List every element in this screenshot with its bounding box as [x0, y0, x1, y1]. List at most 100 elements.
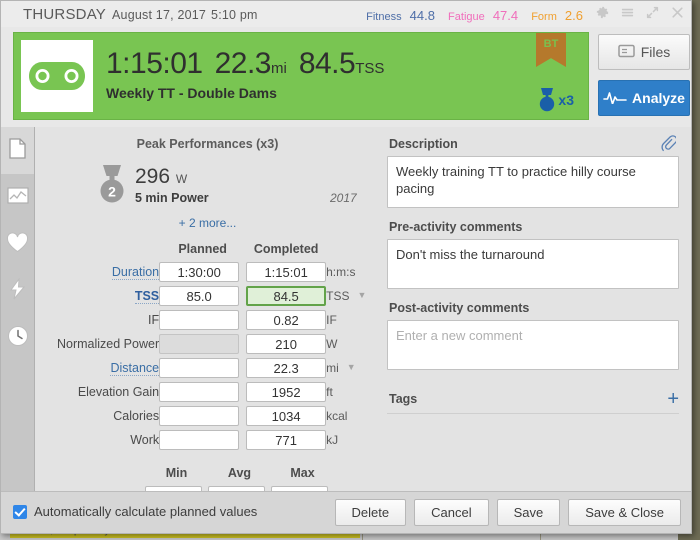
col-max: Max [290, 466, 315, 480]
completed-duration[interactable]: 1:15:01 [246, 262, 327, 282]
date-label: August 17, 2017 [112, 8, 207, 22]
completed-elevation-gain[interactable]: 1952 [246, 382, 327, 402]
minmax-table: Min Avg Max Heart Rate 81 155 184 bpm [57, 466, 357, 492]
minmax-table-header: Min Avg Max [57, 466, 357, 484]
planned-calories[interactable] [159, 406, 240, 426]
row-label-duration[interactable]: Duration [57, 260, 160, 284]
waveform-icon [603, 90, 627, 107]
completed-if[interactable]: 0.82 [246, 310, 327, 330]
metrics-table-header: Planned Completed [57, 242, 366, 260]
metric-form-value: 2.6 [564, 8, 583, 23]
banner-distance: 22.3 [214, 47, 272, 80]
cancel-button[interactable]: Cancel [414, 499, 489, 526]
sidebar-item-summary[interactable] [1, 127, 34, 174]
files-button[interactable]: Files [598, 34, 690, 70]
peak-label: 5 min Power [135, 191, 209, 205]
tags-label: Tags [389, 392, 418, 406]
close-icon[interactable] [670, 5, 685, 20]
pre-activity-input[interactable]: Don't miss the turnaround [387, 239, 679, 289]
sidebar-item-power[interactable] [1, 268, 34, 315]
table-row: Calories 1034 kcal [57, 404, 366, 428]
unit-duration: h:m:s [326, 265, 356, 279]
window-controls [595, 5, 685, 20]
description-input[interactable]: Weekly training TT to practice hilly cou… [387, 156, 679, 208]
completed-normalized-power[interactable]: 210 [246, 334, 327, 354]
planned-duration[interactable]: 1:30:00 [159, 262, 240, 282]
checkbox-checked-icon [13, 504, 27, 519]
save-and-close-button[interactable]: Save & Close [568, 499, 681, 526]
sidebar-item-chart[interactable] [1, 174, 34, 221]
save-button[interactable]: Save [496, 499, 561, 526]
row-label-if: IF [148, 313, 160, 327]
footer-buttons: Delete Cancel Save Save & Close [334, 499, 681, 526]
table-row: Work 771 kJ [57, 428, 366, 452]
unit-tss: TSS ▼ [326, 289, 367, 303]
completed-tss[interactable]: 84.5 [246, 286, 327, 306]
banner-tss: 84.5 [298, 47, 356, 80]
unit-if: IF [326, 313, 337, 327]
bt-ribbon-label: BT [543, 38, 559, 50]
bolt-icon [9, 277, 26, 305]
planned-elevation-gain[interactable] [159, 382, 240, 402]
banner-duration: 1:15:01 [106, 47, 203, 80]
pre-activity-section: Pre-activity comments Don't miss the tur… [387, 220, 679, 289]
notes-column: Description Weekly training TT to practi… [387, 127, 679, 492]
add-tag-button[interactable]: + [667, 389, 679, 409]
planned-distance[interactable] [159, 358, 240, 378]
post-activity-input[interactable]: Enter a new comment [387, 320, 679, 370]
table-row: Elevation Gain 1952 ft [57, 380, 366, 404]
bt-ribbon-icon: BT [536, 33, 566, 67]
table-row: IF 0.82 IF [57, 308, 366, 332]
analyze-button[interactable]: Analyze [598, 80, 690, 116]
medal-badge: x3 [537, 87, 574, 113]
peak-year: 2017 [330, 191, 357, 205]
planned-tss[interactable]: 85.0 [159, 286, 240, 306]
row-label-elevation-gain: Elevation Gain [77, 385, 160, 399]
completed-calories[interactable]: 1034 [246, 406, 327, 426]
sidebar-item-time[interactable] [1, 315, 34, 362]
banner-values: 1:15:01 22.3mi 84.5TSS [106, 47, 384, 81]
paperclip-icon[interactable] [661, 134, 678, 157]
unit-elevation-gain: ft [326, 385, 333, 399]
planned-work[interactable] [159, 430, 240, 450]
chevron-down-icon[interactable]: ▼ [357, 290, 366, 300]
metrics-table: Planned Completed Duration 1:30:00 1:15:… [57, 242, 366, 452]
metric-fatigue-label: Fatigue [448, 11, 485, 23]
metrics-column: Peak Performances (x3) 2 296 W 5 min Pow… [35, 127, 380, 492]
sidebar-item-heartrate[interactable] [1, 221, 34, 268]
col-completed: Completed [253, 242, 319, 256]
activity-detail-dialog: THURSDAY August 17, 2017 5:10 pm Fitness 4… [0, 0, 692, 534]
metric-fitness-value: 44.8 [409, 8, 435, 23]
files-icon [617, 44, 635, 61]
tags-divider [387, 413, 679, 414]
unit-calories: kcal [326, 409, 348, 423]
dialog-date-heading: THURSDAY August 17, 2017 5:10 pm [23, 6, 258, 23]
row-label-tss[interactable]: TSS [57, 284, 160, 308]
unit-distance: mi ▼ [326, 361, 356, 375]
completed-work[interactable]: 771 [246, 430, 327, 450]
planned-if[interactable] [159, 310, 240, 330]
metric-form-label: Form [531, 11, 557, 23]
chevron-down-icon[interactable]: ▼ [347, 362, 356, 372]
col-planned: Planned [178, 242, 227, 256]
time-label: 5:10 pm [211, 8, 258, 22]
dialog-titlebar: THURSDAY August 17, 2017 5:10 pm Fitness 4… [1, 1, 691, 27]
metric-fatigue-value: 47.4 [492, 8, 519, 23]
pre-activity-label: Pre-activity comments [389, 220, 523, 234]
description-section: Description Weekly training TT to practi… [387, 134, 679, 208]
expand-icon[interactable] [645, 5, 660, 20]
menu-icon[interactable] [620, 5, 635, 20]
page-icon [9, 137, 26, 164]
delete-button[interactable]: Delete [334, 499, 407, 526]
col-min: Min [165, 466, 188, 480]
post-activity-label: Post-activity comments [389, 301, 530, 315]
gear-icon[interactable] [595, 5, 610, 20]
row-label-distance[interactable]: Distance [57, 356, 160, 380]
completed-distance[interactable]: 22.3 [246, 358, 327, 378]
post-activity-section: Post-activity comments Enter a new comme… [387, 301, 679, 370]
row-label-calories: Calories [113, 409, 160, 423]
peak-more-link[interactable]: + 2 more... [35, 216, 380, 230]
auto-calculate-checkbox[interactable]: Automatically calculate planned values [13, 504, 257, 519]
clock-icon [7, 325, 29, 352]
medal-count: x3 [558, 92, 574, 108]
